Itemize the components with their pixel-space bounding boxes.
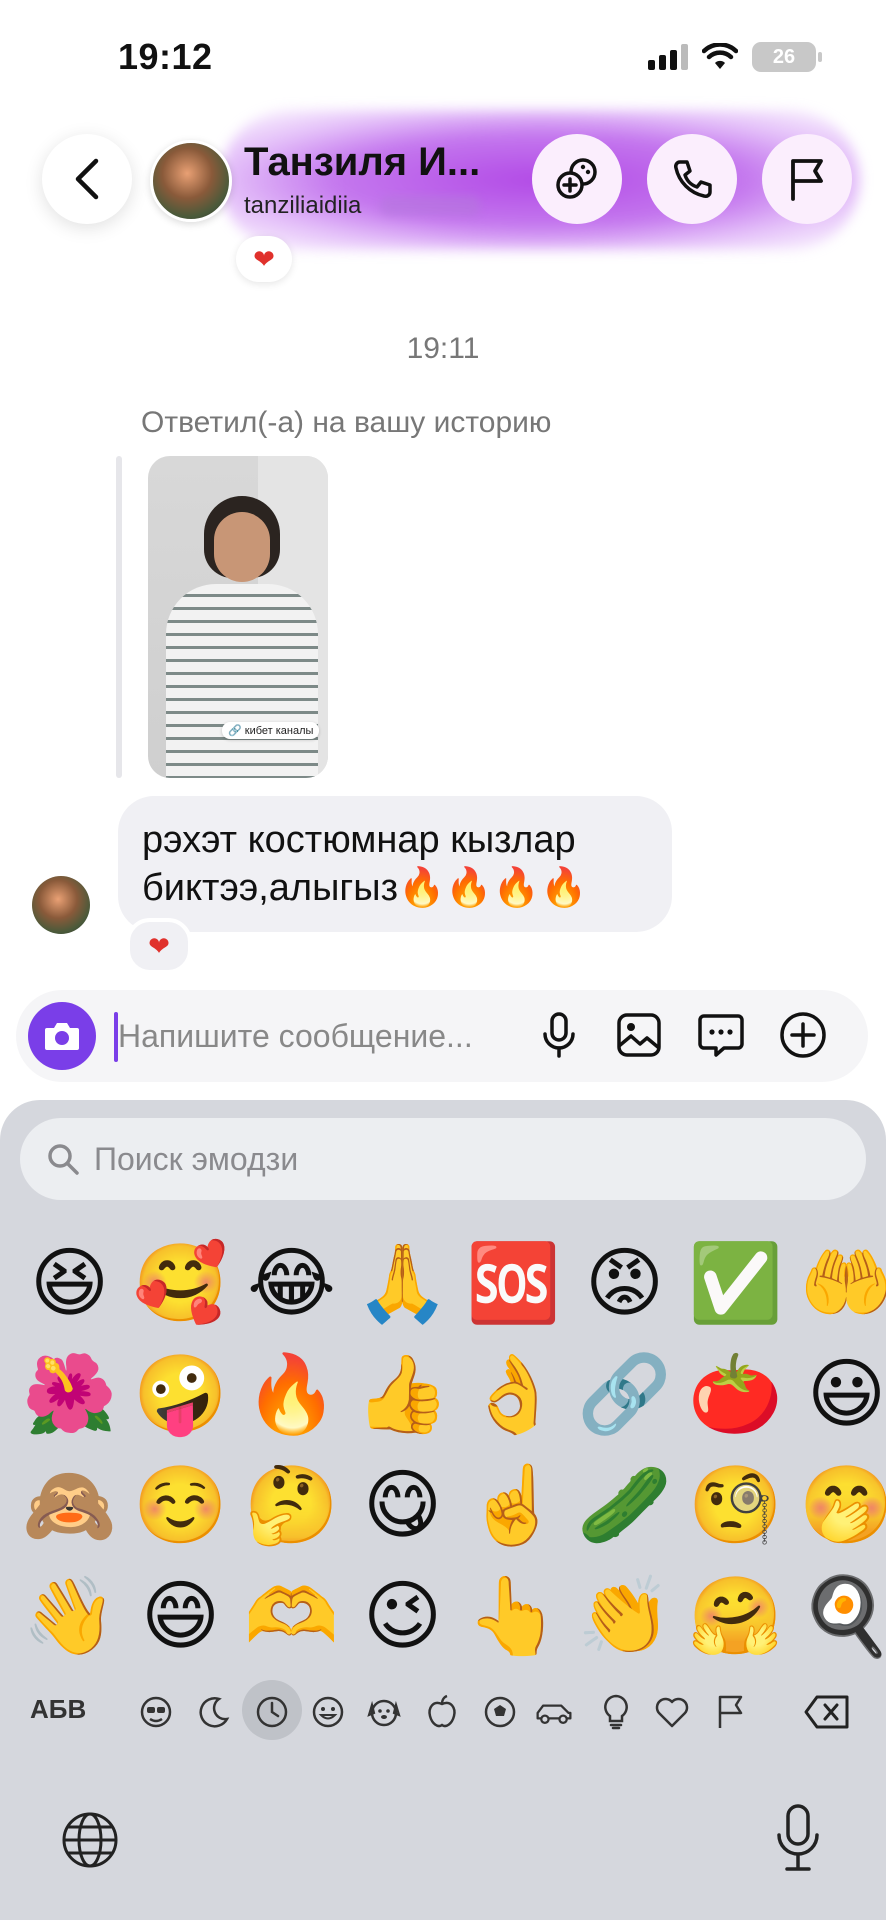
category-activity-icon[interactable] bbox=[480, 1690, 520, 1734]
category-food-icon[interactable] bbox=[422, 1690, 462, 1734]
reply-quote-bar bbox=[116, 456, 122, 778]
emoji-key[interactable]: 👋 bbox=[14, 1561, 125, 1672]
chat-bubble-icon bbox=[698, 1014, 744, 1057]
globe-icon bbox=[62, 1812, 118, 1868]
emoji-key[interactable]: 🆘 bbox=[458, 1228, 569, 1339]
wifi-icon bbox=[702, 43, 738, 69]
voice-message-button[interactable] bbox=[532, 1008, 586, 1062]
sticker-button[interactable] bbox=[694, 1008, 748, 1062]
emoji-key[interactable]: 🙏 bbox=[347, 1228, 458, 1339]
message-input[interactable] bbox=[118, 1016, 518, 1056]
emoji-key[interactable]: 👆 bbox=[458, 1561, 569, 1672]
emoji-key[interactable]: 😄 bbox=[125, 1561, 236, 1672]
plus-circle-icon bbox=[780, 1012, 826, 1058]
delete-icon bbox=[804, 1695, 849, 1729]
status-icons: 26 bbox=[648, 42, 822, 72]
emoji-key[interactable]: 🧐 bbox=[680, 1450, 791, 1561]
emoji-key[interactable]: ✅ bbox=[680, 1228, 791, 1339]
emoji-key[interactable]: 👏 bbox=[569, 1561, 680, 1672]
emoji-key[interactable]: 🤲 bbox=[791, 1228, 886, 1339]
call-button[interactable] bbox=[647, 134, 737, 224]
emoji-key[interactable]: ☺️ bbox=[125, 1450, 236, 1561]
contact-username[interactable]: tanziliaidiia bbox=[244, 192, 361, 220]
gallery-button[interactable] bbox=[612, 1008, 666, 1062]
back-button[interactable] bbox=[42, 134, 132, 224]
globe-key[interactable] bbox=[58, 1808, 122, 1872]
emoji-key[interactable]: 😆 bbox=[14, 1228, 125, 1339]
battery-icon: 26 bbox=[752, 42, 822, 72]
status-time: 19:12 bbox=[118, 36, 213, 77]
microphone-icon bbox=[777, 1804, 819, 1871]
category-moon-icon[interactable] bbox=[194, 1690, 234, 1734]
category-memoji-icon[interactable] bbox=[136, 1690, 176, 1734]
abc-key[interactable]: АБВ bbox=[30, 1694, 86, 1725]
emoji-key[interactable]: 🤗 bbox=[680, 1561, 791, 1672]
dictation-key[interactable] bbox=[770, 1800, 826, 1876]
camera-button[interactable] bbox=[28, 1002, 96, 1070]
emoji-search-input[interactable] bbox=[92, 1139, 796, 1179]
contact-avatar[interactable] bbox=[150, 140, 232, 222]
emoji-key[interactable]: 😋 bbox=[347, 1450, 458, 1561]
emoji-key[interactable]: 🤔 bbox=[236, 1450, 347, 1561]
emoji-key[interactable]: 🫶 bbox=[236, 1561, 347, 1672]
gamepad-icon bbox=[556, 158, 597, 199]
games-button[interactable] bbox=[532, 134, 622, 224]
blurred-status bbox=[380, 196, 480, 216]
message-bubble[interactable]: рэхэт костюмнар кызлар биктээ,алыгыз🔥🔥🔥🔥 bbox=[118, 796, 672, 932]
chat-timestamp: 19:11 bbox=[406, 332, 480, 365]
story-reply-label: Ответил(-а) на вашу историю bbox=[141, 406, 552, 439]
emoji-key[interactable]: 🙈 bbox=[14, 1450, 125, 1561]
reaction-badge[interactable]: ❤ bbox=[236, 236, 292, 282]
emoji-key[interactable]: 🌺 bbox=[14, 1339, 125, 1450]
emoji-key[interactable]: 🔥 bbox=[236, 1339, 347, 1450]
contact-name[interactable]: Танзиля И... bbox=[244, 140, 480, 185]
category-animals-icon[interactable] bbox=[364, 1690, 404, 1734]
emoji-key[interactable]: 😃 bbox=[791, 1339, 886, 1450]
report-button[interactable] bbox=[762, 134, 852, 224]
category-flags-icon[interactable] bbox=[710, 1690, 750, 1734]
story-thumbnail[interactable]: 🔗 кибет каналы bbox=[148, 456, 328, 778]
emoji-key[interactable]: 🍅 bbox=[680, 1339, 791, 1450]
add-attachment-button[interactable] bbox=[776, 1008, 830, 1062]
emoji-key[interactable]: 😉 bbox=[347, 1561, 458, 1672]
emoji-key[interactable]: 🥒 bbox=[569, 1450, 680, 1561]
flag-icon bbox=[791, 159, 823, 201]
category-travel-icon[interactable] bbox=[534, 1690, 574, 1734]
category-symbols-icon[interactable] bbox=[652, 1690, 692, 1734]
backspace-key[interactable] bbox=[800, 1690, 854, 1734]
message-reaction[interactable]: ❤ bbox=[126, 918, 192, 974]
search-icon bbox=[48, 1144, 79, 1175]
emoji-key[interactable]: 👌 bbox=[458, 1339, 569, 1450]
category-smileys-icon[interactable] bbox=[308, 1690, 348, 1734]
emoji-grid: 😆 🥰 😂 🙏 🆘 😡 ✅ 🤲 🌺 🤪 🔥 👍 👌 🔗 🍅 😃 🙈 ☺️ 🤔 😋 ☝️ 🥒 🧐 🤭 👋 😄 🫶 😉 👆 👏 🤗 🍳 bbox=[14, 1228, 886, 1672]
emoji-key[interactable]: 🤭 bbox=[791, 1450, 886, 1561]
emoji-key[interactable]: 🥰 bbox=[125, 1228, 236, 1339]
emoji-key[interactable]: 🤪 bbox=[125, 1339, 236, 1450]
category-objects-icon[interactable] bbox=[596, 1690, 636, 1734]
image-icon bbox=[617, 1013, 661, 1057]
camera-icon bbox=[45, 1023, 79, 1050]
emoji-search-bar[interactable] bbox=[20, 1118, 866, 1200]
phone-icon bbox=[674, 160, 712, 198]
microphone-icon bbox=[543, 1012, 575, 1058]
cellular-signal-icon bbox=[648, 44, 688, 70]
story-link-tag: 🔗 кибет каналы bbox=[222, 722, 320, 739]
category-recent-icon[interactable] bbox=[252, 1690, 292, 1734]
emoji-key[interactable]: 👍 bbox=[347, 1339, 458, 1450]
emoji-key[interactable]: ☝️ bbox=[458, 1450, 569, 1561]
chevron-left-icon bbox=[75, 158, 99, 200]
emoji-key[interactable]: 🍳 bbox=[791, 1561, 886, 1672]
emoji-key[interactable]: 😡 bbox=[569, 1228, 680, 1339]
sender-avatar[interactable] bbox=[32, 876, 90, 934]
emoji-key[interactable]: 🔗 bbox=[569, 1339, 680, 1450]
emoji-key[interactable]: 😂 bbox=[236, 1228, 347, 1339]
